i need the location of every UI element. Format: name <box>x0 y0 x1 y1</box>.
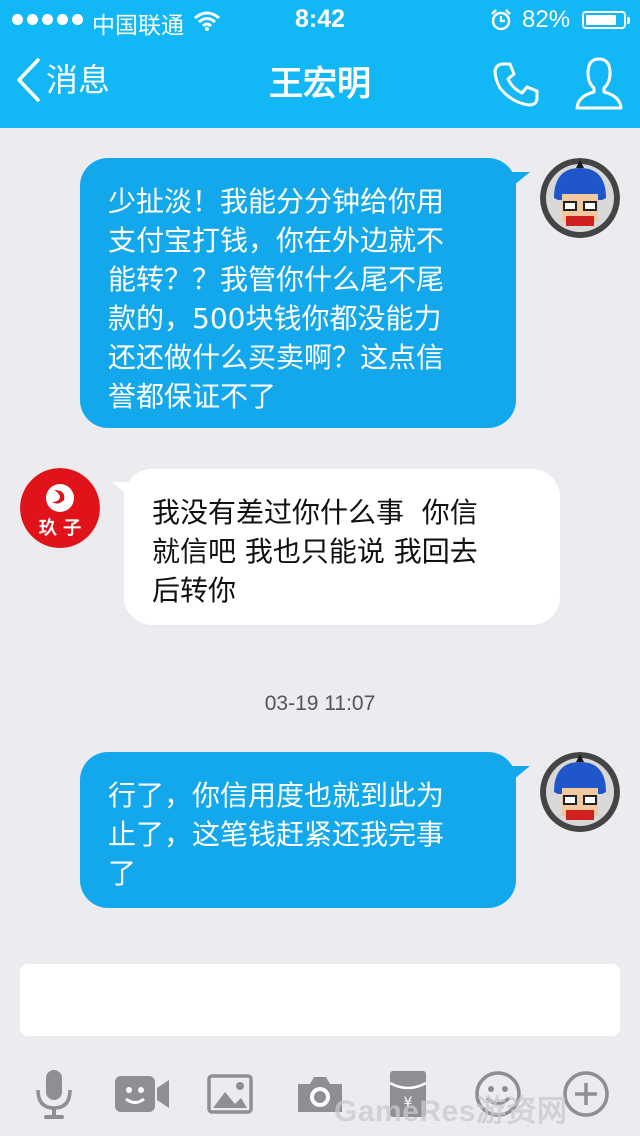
microphone-icon <box>36 1070 72 1119</box>
bubble-tail <box>508 766 530 784</box>
phone-call-button[interactable] <box>492 60 540 112</box>
profile-button[interactable] <box>574 56 624 116</box>
video-icon <box>115 1076 169 1112</box>
battery-percent: 82% <box>522 6 571 33</box>
message-bubble-outgoing[interactable]: 行了，你信用度也就到此为 止了，这笔钱赶紧还我完事 了 <box>80 752 516 908</box>
header: 中国联通 8:42 82% 消息 王宏明 <box>0 0 640 128</box>
person-icon <box>575 57 623 110</box>
back-button[interactable]: 消息 <box>16 58 110 102</box>
my-avatar[interactable] <box>540 752 620 832</box>
alarm-icon <box>490 9 512 38</box>
voice-button[interactable] <box>24 1064 84 1124</box>
back-label: 消息 <box>46 61 111 99</box>
image-icon <box>207 1074 253 1114</box>
message-input[interactable] <box>20 964 620 1036</box>
plus-icon <box>563 1071 609 1117</box>
message-bubble-incoming[interactable]: 我没有差过你什么事 你信 就信吧 我也只能说 我回去 后转你 <box>124 469 560 625</box>
cartoon-avatar-icon <box>540 158 620 238</box>
status-bar: 中国联通 8:42 82% <box>0 0 640 40</box>
message-bubble-outgoing[interactable]: 少扯淡！我能分分钟给你用 支付宝打钱，你在外边就不 能转？？我管你什么尾不尾 款… <box>80 158 516 428</box>
message-timestamp: 03-19 11:07 <box>264 692 376 715</box>
video-call-button[interactable] <box>112 1064 172 1124</box>
photo-button[interactable] <box>200 1064 260 1124</box>
contact-avatar[interactable]: 玖 子 <box>20 468 100 548</box>
watermark: GameRes游资网 <box>334 1095 568 1128</box>
bubble-tail <box>508 172 530 190</box>
chevron-left-icon <box>17 58 40 102</box>
battery-icon <box>582 11 630 29</box>
contact-avatar-text: 玖 子 <box>38 518 82 539</box>
my-avatar[interactable] <box>540 158 620 238</box>
cartoon-avatar-icon <box>540 752 620 832</box>
phone-icon <box>493 62 539 107</box>
